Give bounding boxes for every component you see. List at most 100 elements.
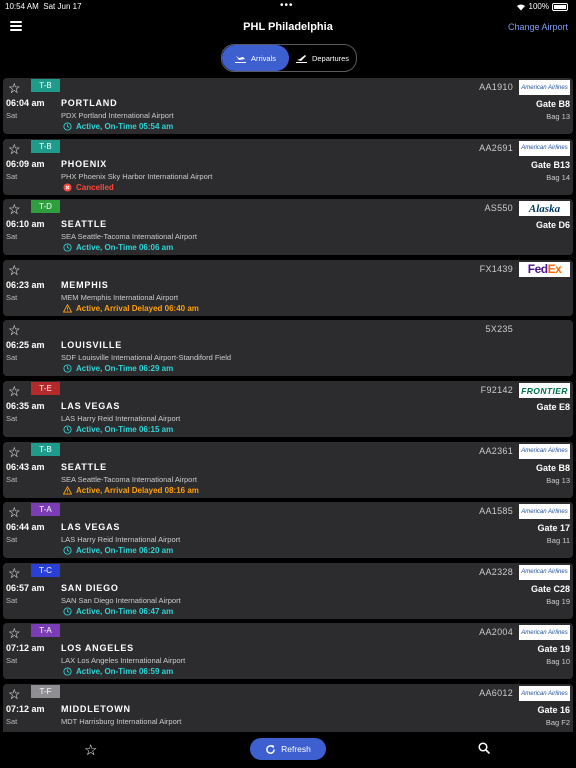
flight-status: Active, Arrival Delayed 06:40 am — [63, 303, 199, 313]
terminal-badge: T-A — [31, 624, 60, 638]
baggage-claim: Bag 14 — [546, 172, 570, 182]
flight-card[interactable]: ☆ T-B 06:09 am Sat PHOENIX PHX Phoenix Sky Ha… — [3, 138, 573, 195]
multitask-dots[interactable]: ••• — [280, 0, 294, 11]
flight-number: AA2004 — [479, 627, 513, 638]
airline-name: American Airlines — [521, 569, 568, 576]
arrival-time: 06:44 am — [6, 522, 45, 533]
plane-landing-icon — [234, 55, 246, 63]
clock-icon — [63, 607, 72, 616]
airline-name: American Airlines — [521, 448, 568, 455]
flight-list[interactable]: ☆ T-B 06:04 am Sat PORTLAND PDX Portland Inte… — [0, 76, 576, 732]
flight-card[interactable]: ☆ T-E 06:35 am Sat LAS VEGAS LAS Harry Reid I… — [3, 381, 573, 437]
flight-card[interactable]: ☆ T-B 06:04 am Sat PORTLAND PDX Portland Inte… — [3, 78, 573, 134]
flight-card[interactable]: ☆ T-C 06:57 am Sat SAN DIEGO SAN San Diego In… — [3, 562, 573, 619]
arrival-time: 06:04 am — [6, 98, 45, 108]
origin-airport: LAS Harry Reid International Airport — [61, 535, 181, 545]
favorite-star-icon[interactable]: ☆ — [8, 142, 21, 156]
flight-status-text: Active, Arrival Delayed 06:40 am — [76, 303, 199, 313]
clock-icon — [63, 122, 72, 131]
favorite-star-icon[interactable]: ☆ — [8, 202, 21, 216]
flight-status: Active, On-Time 05:54 am — [63, 122, 173, 131]
airline-logo: Fed Ex — [519, 261, 570, 277]
arrival-day: Sat — [6, 292, 18, 302]
origin-city: PHOENIX — [61, 158, 108, 169]
favorite-star-icon[interactable]: ☆ — [8, 263, 21, 277]
favorite-star-icon[interactable]: ☆ — [8, 505, 21, 519]
flight-status: Active, On-Time 06:06 am — [63, 243, 173, 252]
flight-number: AA2328 — [479, 566, 513, 577]
origin-airport: PHX Phoenix Sky Harbor International Air… — [61, 171, 213, 181]
flight-card[interactable]: ☆ T-B 06:43 am Sat SEATTLE SEA Seattle-Tacoma… — [3, 441, 573, 498]
terminal-badge: T-C — [31, 563, 60, 577]
airline-logo: FRONTIER — [519, 383, 570, 398]
origin-city: SEATTLE — [61, 219, 107, 230]
favorite-star-icon[interactable]: ☆ — [8, 81, 21, 95]
gate-label: Gate 16 — [537, 705, 570, 715]
bottom-toolbar: ☆ Refresh — [0, 734, 576, 768]
refresh-button[interactable]: Refresh — [250, 738, 326, 760]
flight-status-text: Active, On-Time 06:29 am — [76, 364, 174, 374]
favorite-star-icon[interactable]: ☆ — [8, 445, 21, 459]
flight-status: Active, On-Time 06:59 am — [63, 667, 173, 676]
flight-status-text: Active, On-Time 05:54 am — [76, 122, 174, 131]
favorite-star-icon[interactable]: ☆ — [8, 687, 21, 701]
airline-name: Alaska — [528, 202, 561, 215]
flight-card[interactable]: ☆ T-A 07:12 am Sat LOS ANGELES LAX Los Angele… — [3, 623, 573, 680]
flight-status-text: Active, On-Time 06:59 am — [76, 667, 174, 677]
battery-icon — [552, 2, 568, 11]
flight-status: Active, Arrival Delayed 08:16 am — [63, 485, 199, 495]
nav-bar: PHL Philadelphia Change Airport — [0, 12, 576, 42]
clock-icon — [63, 364, 72, 373]
flight-status-text: Active, On-Time 06:15 am — [76, 425, 174, 434]
gate-label: Gate 19 — [537, 644, 570, 655]
arrival-day: Sat — [6, 717, 18, 726]
favorite-star-icon[interactable]: ☆ — [8, 626, 21, 640]
terminal-badge: T-D — [31, 200, 60, 214]
flight-status: Active, On-Time 06:15 am — [63, 425, 173, 434]
airline-logo: American Airlines — [519, 140, 570, 156]
arrival-time: 06:10 am — [6, 219, 45, 230]
airline-name: American Airlines — [521, 690, 568, 697]
gate-label: Gate B13 — [530, 159, 570, 170]
flight-card[interactable]: ☆ 06:25 am Sat LOUISVILLE SDF Louisville Int… — [3, 320, 573, 377]
flight-card[interactable]: ☆ T-F 07:12 am Sat MIDDLETOWN MDT Harrisburg … — [3, 684, 573, 732]
refresh-icon — [266, 744, 276, 754]
flight-status-text: Active, Arrival Delayed 08:16 am — [76, 485, 199, 495]
arrival-day: Sat — [6, 414, 18, 423]
airline-logo: American Airlines — [519, 504, 570, 520]
clock-icon — [63, 243, 72, 252]
airline-logo: American Airlines — [519, 625, 570, 641]
gate-label: Gate E8 — [536, 402, 570, 412]
airline-logo: American Airlines — [519, 80, 570, 95]
terminal-badge: T-B — [31, 442, 60, 456]
favorite-star-icon[interactable]: ☆ — [8, 323, 21, 337]
tab-departures[interactable]: Departures — [289, 45, 356, 71]
favorites-star-icon[interactable]: ☆ — [84, 741, 97, 759]
origin-city: PORTLAND — [61, 98, 118, 108]
origin-city: LAS VEGAS — [61, 522, 121, 533]
favorite-star-icon[interactable]: ☆ — [8, 566, 21, 580]
search-icon[interactable] — [478, 742, 490, 754]
arrival-day: Sat — [6, 353, 18, 363]
flight-number: AA6012 — [479, 688, 513, 698]
arrival-day: Sat — [6, 535, 18, 545]
cancel-x-icon — [63, 183, 72, 192]
flight-number: AA2691 — [479, 142, 513, 153]
flight-number: F92142 — [480, 385, 513, 395]
flight-card[interactable]: ☆ T-D 06:10 am Sat SEATTLE SEA Seattle-Tacoma… — [3, 199, 573, 256]
tab-arrivals[interactable]: Arrivals — [222, 45, 289, 71]
change-airport-button[interactable]: Change Airport — [508, 22, 568, 32]
origin-airport: SEA Seattle-Tacoma International Airport — [61, 232, 197, 242]
origin-city: LAS VEGAS — [61, 401, 121, 411]
favorite-star-icon[interactable]: ☆ — [8, 384, 21, 398]
flight-status: Cancelled — [63, 183, 114, 192]
tab-arrivals-label: Arrivals — [250, 53, 276, 63]
arrival-time: 06:25 am — [6, 340, 45, 351]
flight-card[interactable]: ☆ 06:23 am Sat MEMPHIS MEM Memphis Internati… — [3, 259, 573, 316]
flight-card[interactable]: ☆ T-A 06:44 am Sat LAS VEGAS LAS Harry Reid I… — [3, 502, 573, 559]
airline-name: American Airlines — [521, 508, 568, 515]
terminal-badge: T-F — [31, 685, 60, 698]
battery-percent: 100% — [528, 2, 549, 11]
terminal-badge: T-B — [31, 139, 60, 153]
tab-departures-label: Departures — [311, 53, 350, 63]
